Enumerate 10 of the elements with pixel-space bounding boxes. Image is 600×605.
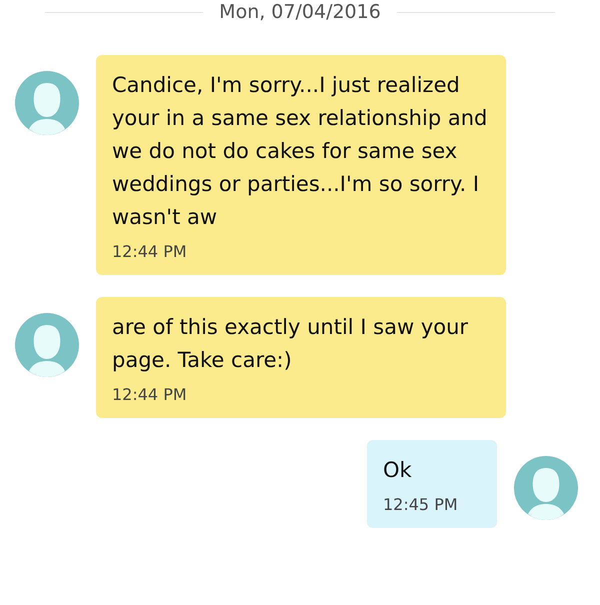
message-text: are of this exactly until I saw your page. Take care:) [112, 314, 470, 374]
message-time: 12:44 PM [112, 242, 188, 261]
message-time: 12:45 PM [383, 495, 459, 514]
message-text: Ok [383, 457, 413, 484]
avatar-icon [15, 313, 79, 377]
avatar-icon [514, 456, 578, 520]
avatar-icon [15, 71, 79, 135]
message-time: 12:44 PM [112, 385, 188, 404]
date-header: Mon, 07/04/2016 [219, 1, 381, 23]
message-text: Candice, I'm sorry...I just realized your in a same sex relationship and we do not do cakes for same sex weddings or parties...I'm so sorry. I wasn't aw [112, 72, 488, 231]
